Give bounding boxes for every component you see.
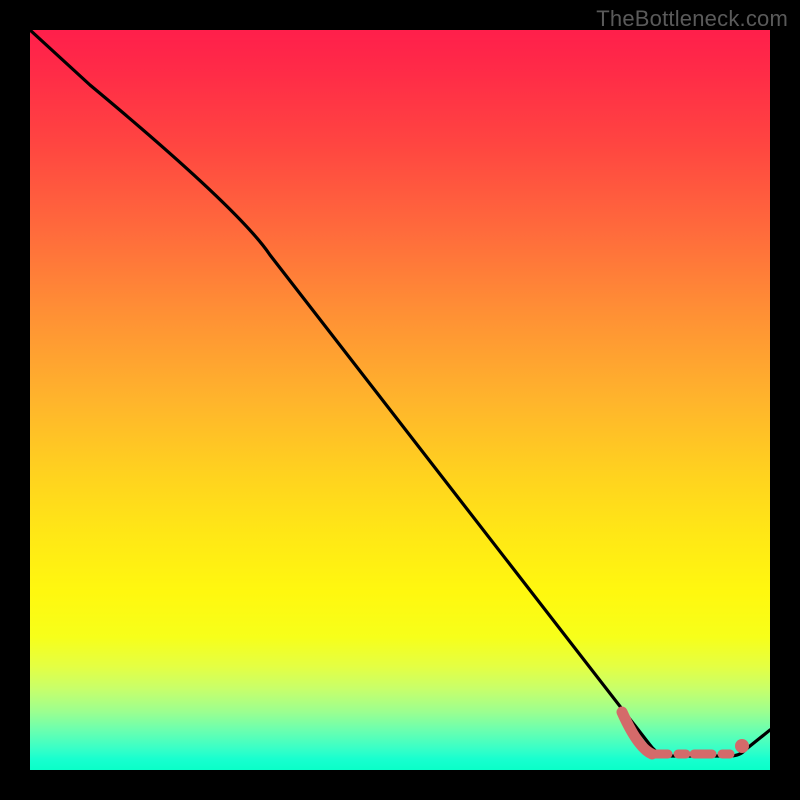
- curve-main: [30, 30, 770, 756]
- highlight-segment-lead: [622, 712, 652, 754]
- chart-stage: TheBottleneck.com: [0, 0, 800, 800]
- highlight-end-dot: [735, 739, 749, 753]
- line-layer: [30, 30, 770, 770]
- watermark-text: TheBottleneck.com: [596, 6, 788, 32]
- plot-area: [30, 30, 770, 770]
